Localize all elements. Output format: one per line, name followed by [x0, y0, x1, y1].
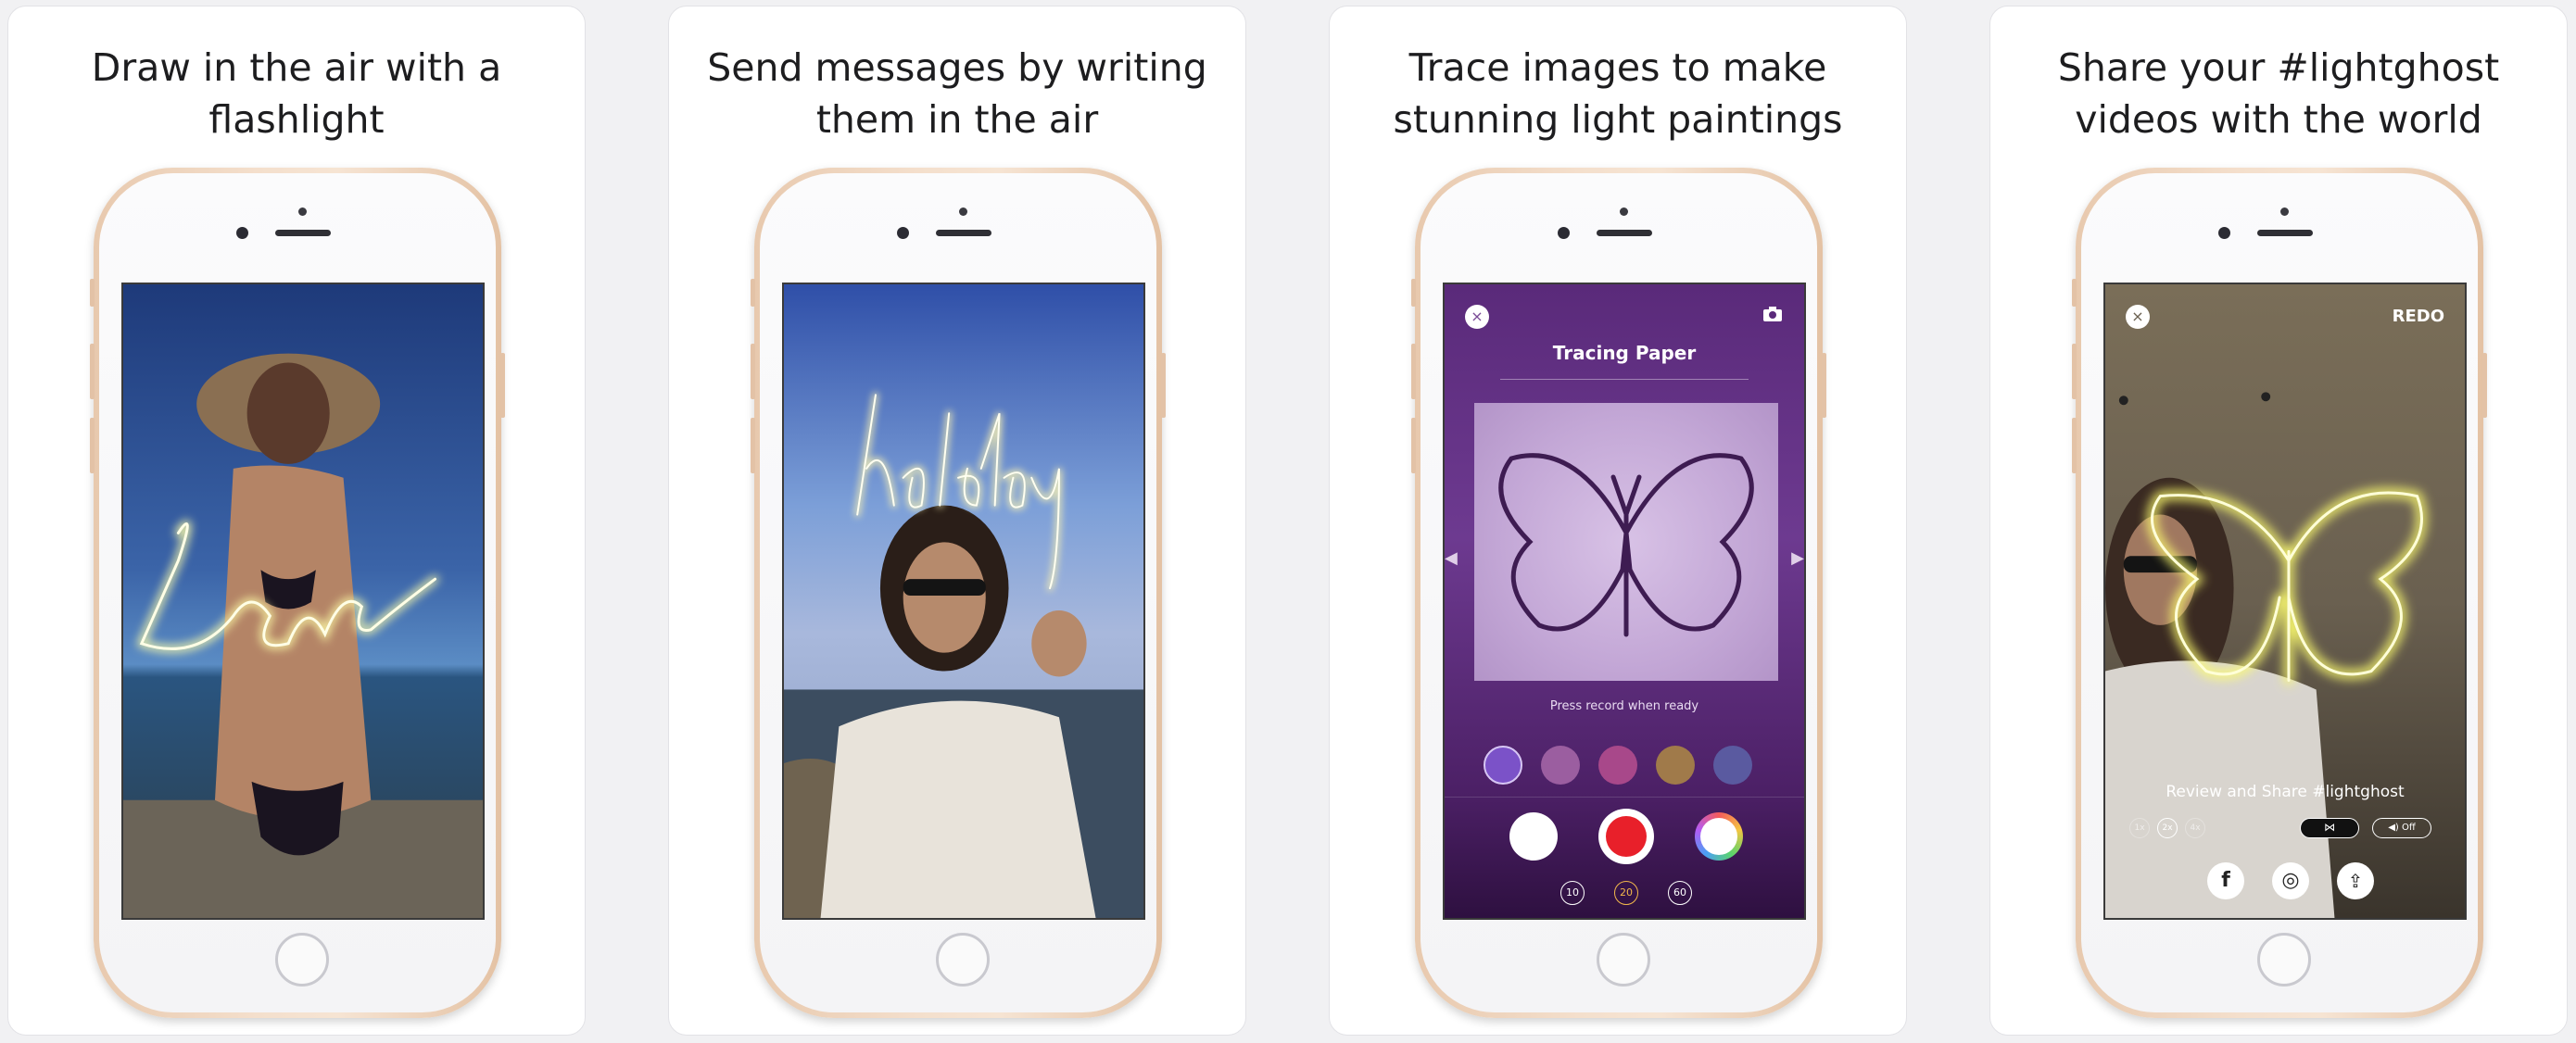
- title-divider: [1500, 379, 1749, 380]
- speed-4x[interactable]: 4x: [2185, 818, 2205, 838]
- front-camera: [1558, 227, 1570, 239]
- panel-caption: Send messages by writing them in the air: [707, 45, 1207, 142]
- screenshot-card-1: Draw in the air with a flashlight: [7, 6, 586, 1036]
- phone-screen: × REDO Review and Share #lightghost 1x 2…: [2103, 283, 2467, 920]
- hint-text: Press record when ready: [1549, 699, 1699, 713]
- trace-mode-button[interactable]: [1509, 812, 1558, 861]
- overlay-icon: ⋈: [2324, 821, 2335, 834]
- screenshot-card-3: Trace images to make stunning light pain…: [1329, 6, 1907, 1036]
- earpiece-speaker: [936, 230, 991, 236]
- panel-caption: Draw in the air with a flashlight: [91, 45, 502, 142]
- earpiece-speaker: [2257, 230, 2313, 236]
- record-button[interactable]: [1598, 809, 1654, 864]
- playback-controls: 1x 2x 4x ⋈ ◀) Off: [2129, 816, 2454, 840]
- close-button[interactable]: ×: [2126, 305, 2150, 329]
- tracing-image: [1474, 403, 1778, 681]
- light-text: holiday: [802, 470, 1099, 471]
- stencil-word[interactable]: [1598, 746, 1637, 785]
- stencil-heart[interactable]: [1656, 746, 1695, 785]
- review-text: Review and Share #lightghost: [2166, 783, 2405, 801]
- timer-options[interactable]: 10 20 60: [1560, 881, 1692, 905]
- share-icon[interactable]: ⇪: [2337, 862, 2374, 899]
- next-arrow[interactable]: ▶: [1791, 548, 1804, 568]
- instagram-icon[interactable]: ◎: [2272, 862, 2309, 899]
- front-camera: [2218, 227, 2230, 239]
- share-bar: f ◎ ⇪: [2207, 862, 2374, 899]
- iphone-frame: × REDO Review and Share #lightghost 1x 2…: [2072, 168, 2487, 1018]
- facebook-icon[interactable]: f: [2207, 862, 2244, 899]
- stencil-star[interactable]: [1713, 746, 1752, 785]
- home-button: [936, 933, 990, 986]
- speed-2x[interactable]: 2x: [2157, 818, 2178, 838]
- sunset-photo: [784, 284, 1143, 918]
- iphone-frame: × Tracing Paper ◀ ▶ Press record when re…: [1411, 168, 1826, 1018]
- overlay-toggle[interactable]: ⋈: [2300, 818, 2359, 838]
- front-camera: [897, 227, 909, 239]
- screenshot-card-2: Send messages by writing them in the air: [668, 6, 1246, 1036]
- home-button: [275, 933, 329, 986]
- light-text: Love: [142, 562, 438, 563]
- iphone-frame: Love: [90, 168, 505, 1018]
- stencil-elephant[interactable]: [1484, 746, 1522, 785]
- earpiece-speaker: [1597, 230, 1652, 236]
- prev-arrow[interactable]: ◀: [1445, 548, 1458, 568]
- color-picker-button[interactable]: [1695, 812, 1743, 861]
- timer-60[interactable]: 60: [1668, 881, 1692, 905]
- beach-photo: [123, 284, 483, 918]
- camera-icon[interactable]: [1762, 305, 1784, 323]
- screen-title: Tracing Paper: [1552, 342, 1697, 364]
- panel-caption: Share your #lightghost videos with the w…: [2057, 45, 2500, 142]
- stencil-flower[interactable]: [1541, 746, 1580, 785]
- timer-10[interactable]: 10: [1560, 881, 1585, 905]
- iphone-frame: holiday: [751, 168, 1166, 1018]
- phone-screen: holiday: [782, 283, 1145, 920]
- front-camera: [236, 227, 248, 239]
- redo-button[interactable]: REDO: [2393, 307, 2444, 326]
- phone-screen: × Tracing Paper ◀ ▶ Press record when re…: [1443, 283, 1806, 920]
- phone-screen: Love: [121, 283, 485, 920]
- speed-1x[interactable]: 1x: [2129, 818, 2150, 838]
- screenshot-card-4: Share your #lightghost videos with the w…: [1989, 6, 2568, 1036]
- timer-20[interactable]: 20: [1614, 881, 1638, 905]
- panel-caption: Trace images to make stunning light pain…: [1393, 45, 1843, 142]
- earpiece-speaker: [275, 230, 331, 236]
- home-button: [2257, 933, 2311, 986]
- home-button: [1597, 933, 1650, 986]
- sound-toggle[interactable]: ◀) Off: [2372, 818, 2431, 838]
- divider: [1445, 797, 1804, 798]
- stencil-picker[interactable]: [1484, 746, 1780, 786]
- close-button[interactable]: ×: [1465, 305, 1489, 329]
